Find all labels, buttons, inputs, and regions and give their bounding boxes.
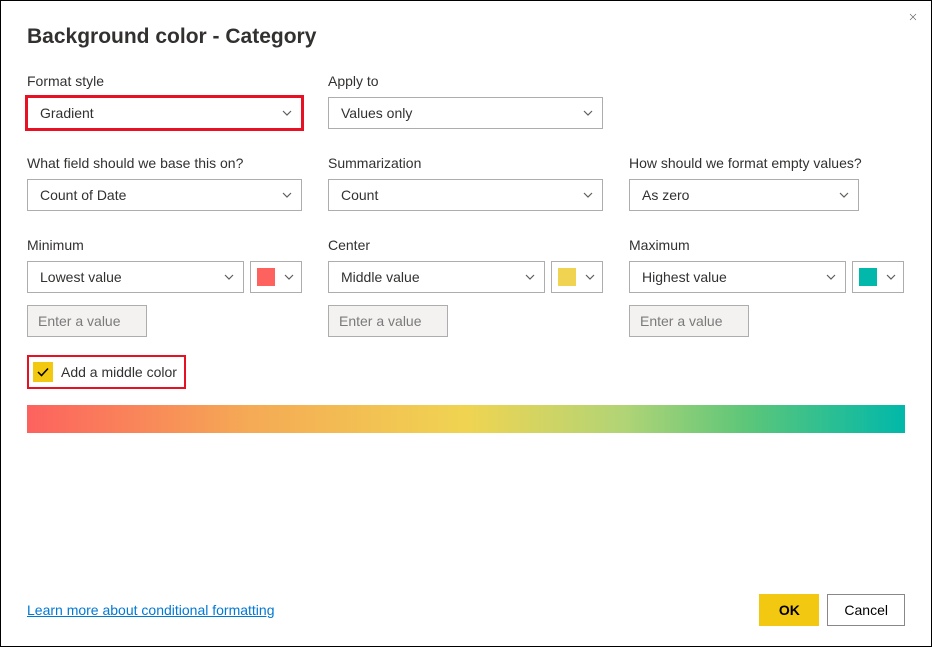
- center-value-input[interactable]: [328, 305, 448, 337]
- apply-to-value: Values only: [341, 105, 412, 121]
- base-field-label: What field should we base this on?: [27, 155, 302, 171]
- center-color-picker[interactable]: [551, 261, 603, 293]
- add-middle-color-label: Add a middle color: [61, 364, 177, 380]
- learn-more-link[interactable]: Learn more about conditional formatting: [27, 602, 274, 618]
- minimum-dropdown[interactable]: Lowest value: [27, 261, 244, 293]
- maximum-value: Highest value: [642, 269, 727, 285]
- format-style-dropdown[interactable]: Gradient: [27, 97, 302, 129]
- maximum-color-swatch: [859, 268, 877, 286]
- chevron-down-icon: [584, 271, 596, 283]
- minimum-value-input[interactable]: [27, 305, 147, 337]
- chevron-down-icon: [281, 189, 293, 201]
- minimum-value: Lowest value: [40, 269, 122, 285]
- apply-to-label: Apply to: [328, 73, 603, 89]
- center-value: Middle value: [341, 269, 420, 285]
- chevron-down-icon: [838, 189, 850, 201]
- close-icon: [909, 8, 917, 25]
- chevron-down-icon: [281, 107, 293, 119]
- empty-values-label: How should we format empty values?: [629, 155, 904, 171]
- center-color-swatch: [558, 268, 576, 286]
- minimum-color-swatch: [257, 268, 275, 286]
- base-field-dropdown[interactable]: Count of Date: [27, 179, 302, 211]
- center-dropdown[interactable]: Middle value: [328, 261, 545, 293]
- maximum-color-picker[interactable]: [852, 261, 904, 293]
- background-color-dialog: Background color - Category Format style…: [0, 0, 932, 647]
- base-field-value: Count of Date: [40, 187, 126, 203]
- maximum-value-input[interactable]: [629, 305, 749, 337]
- summarization-dropdown[interactable]: Count: [328, 179, 603, 211]
- ok-button[interactable]: OK: [759, 594, 819, 626]
- checkmark-icon: [36, 365, 50, 379]
- chevron-down-icon: [582, 189, 594, 201]
- close-button[interactable]: [903, 7, 923, 27]
- chevron-down-icon: [283, 271, 295, 283]
- add-middle-color-row: Add a middle color: [27, 355, 186, 389]
- empty-values-dropdown[interactable]: As zero: [629, 179, 859, 211]
- maximum-dropdown[interactable]: Highest value: [629, 261, 846, 293]
- minimum-color-picker[interactable]: [250, 261, 302, 293]
- chevron-down-icon: [825, 271, 837, 283]
- summarization-value: Count: [341, 187, 378, 203]
- apply-to-dropdown[interactable]: Values only: [328, 97, 603, 129]
- dialog-title: Background color - Category: [27, 25, 905, 49]
- gradient-preview: [27, 405, 905, 433]
- chevron-down-icon: [223, 271, 235, 283]
- chevron-down-icon: [582, 107, 594, 119]
- minimum-label: Minimum: [27, 237, 302, 253]
- add-middle-color-checkbox[interactable]: [33, 362, 53, 382]
- format-style-label: Format style: [27, 73, 302, 89]
- cancel-button[interactable]: Cancel: [827, 594, 905, 626]
- chevron-down-icon: [885, 271, 897, 283]
- maximum-label: Maximum: [629, 237, 904, 253]
- center-label: Center: [328, 237, 603, 253]
- chevron-down-icon: [524, 271, 536, 283]
- summarization-label: Summarization: [328, 155, 603, 171]
- format-style-value: Gradient: [40, 105, 94, 121]
- empty-values-value: As zero: [642, 187, 689, 203]
